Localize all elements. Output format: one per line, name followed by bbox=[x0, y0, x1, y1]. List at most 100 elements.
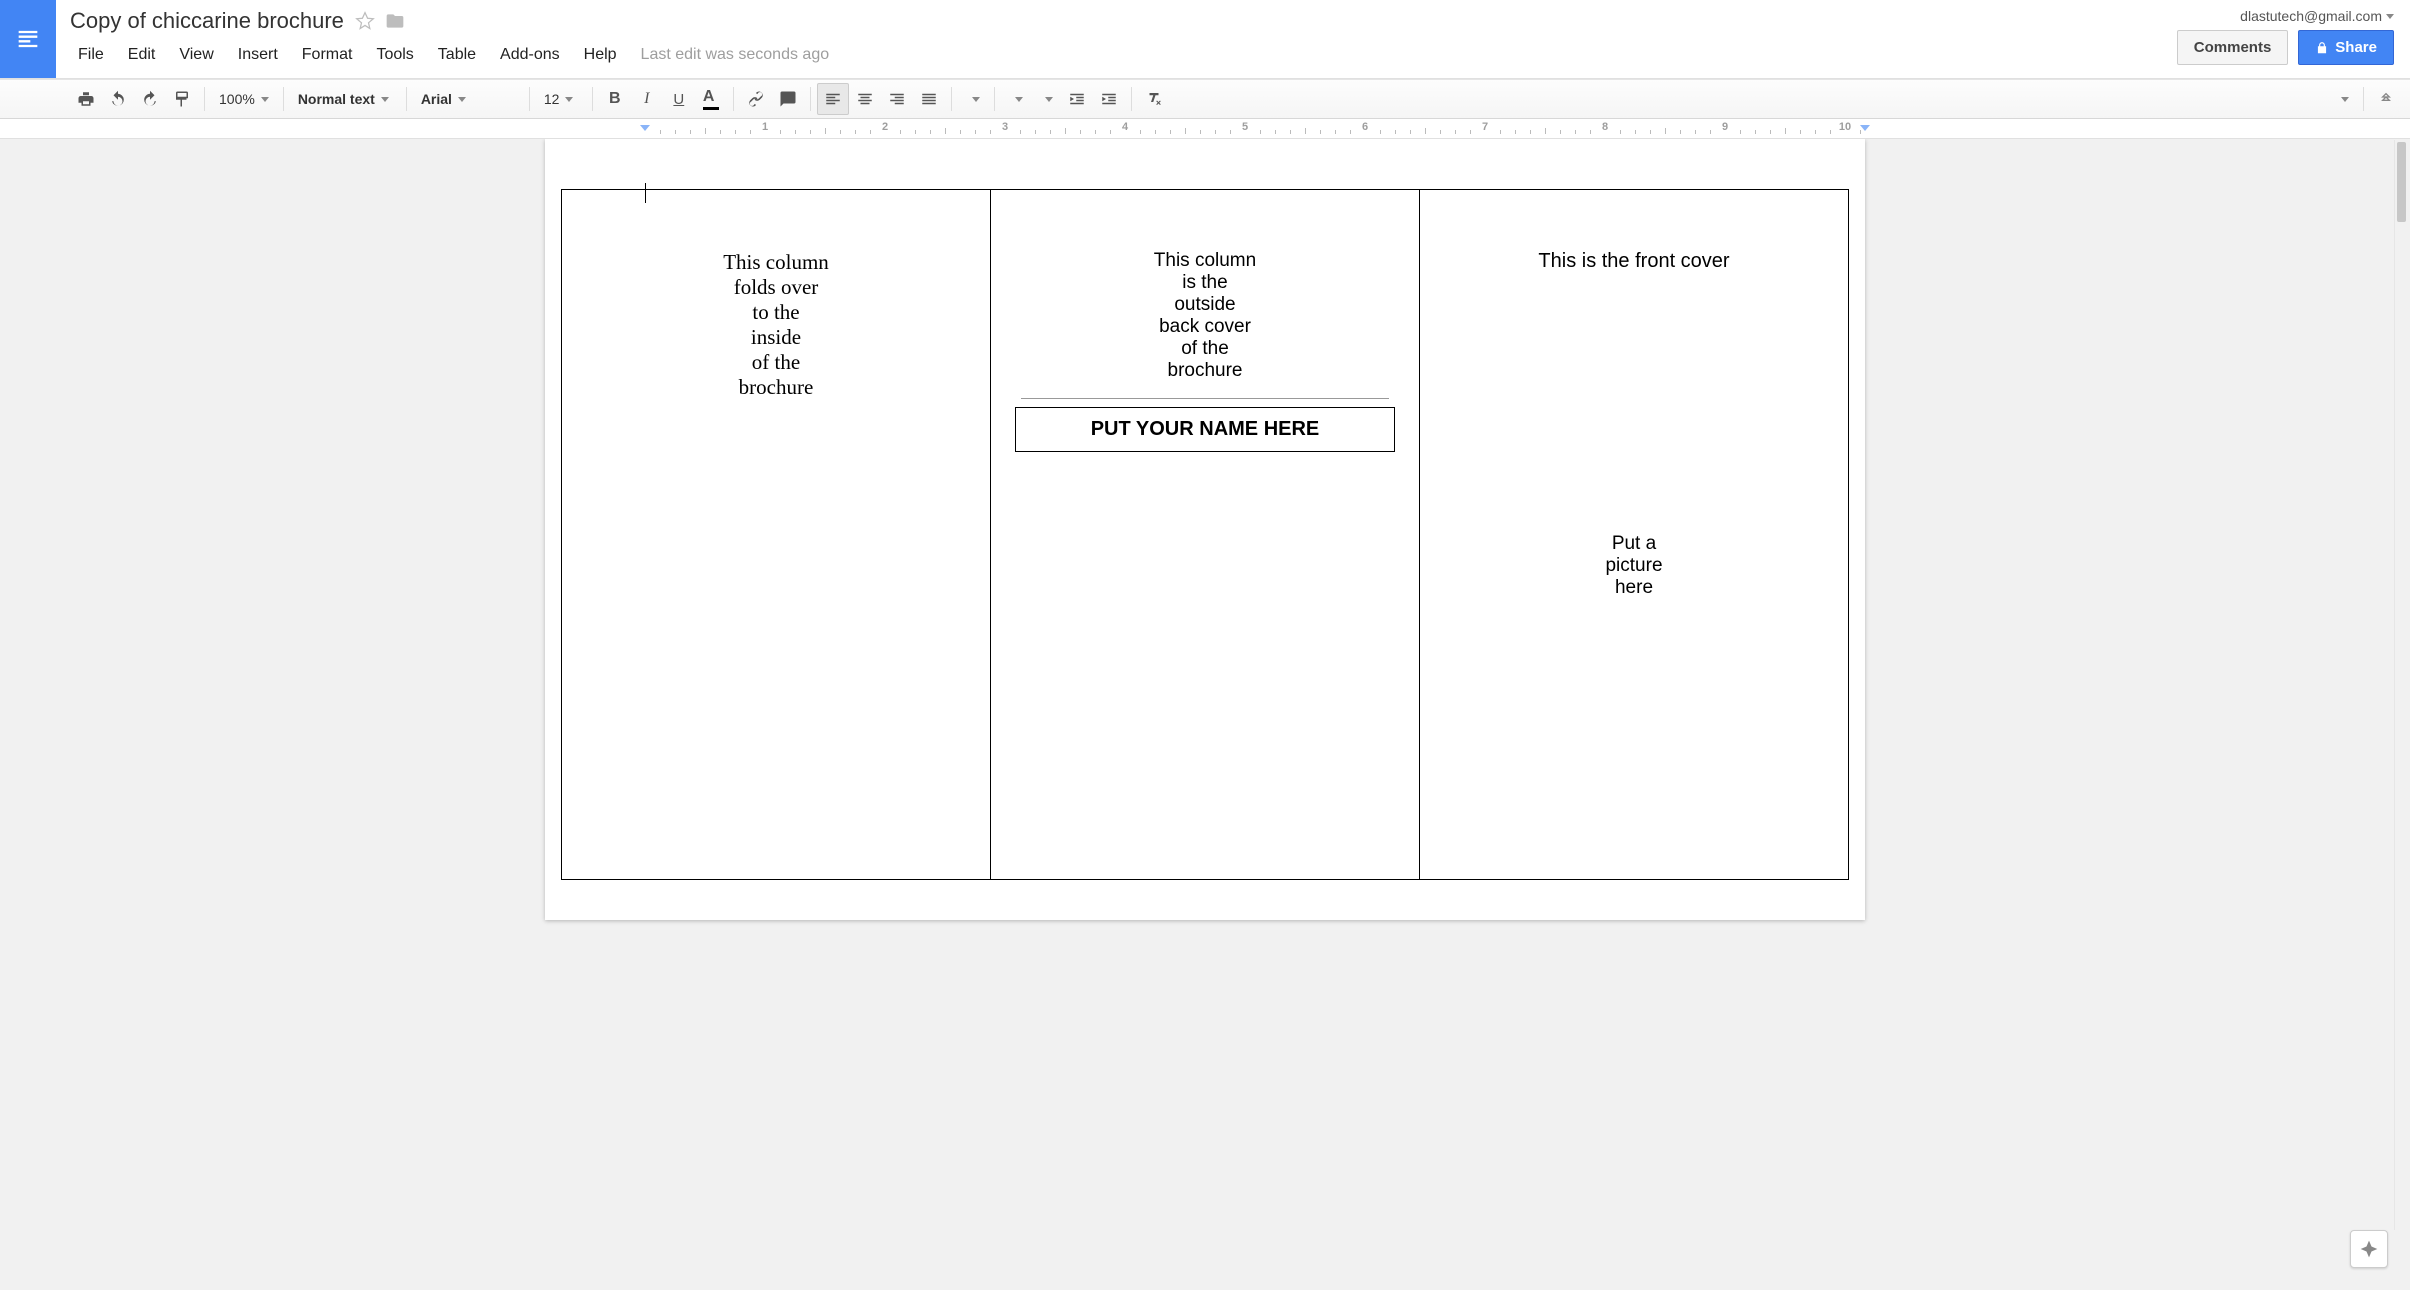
font-combo[interactable]: Arial bbox=[413, 84, 523, 114]
bulleted-list-button[interactable] bbox=[1031, 84, 1061, 114]
last-edit-label[interactable]: Last edit was seconds ago bbox=[641, 46, 830, 64]
name-box[interactable]: PUT YOUR NAME HERE bbox=[1015, 407, 1395, 452]
divider bbox=[1021, 398, 1390, 399]
underline-icon: U bbox=[673, 91, 684, 108]
paint-format-button[interactable] bbox=[166, 83, 198, 115]
ruler[interactable]: 12345678910 bbox=[0, 119, 2410, 139]
chevron-down-icon bbox=[1045, 97, 1053, 102]
scrollbar-thumb[interactable] bbox=[2397, 142, 2406, 222]
account-email[interactable]: dlastutech@gmail.com bbox=[2240, 8, 2394, 24]
docs-icon bbox=[14, 25, 42, 53]
zoom-value: 100% bbox=[219, 91, 255, 107]
align-right-button[interactable] bbox=[881, 83, 913, 115]
menu-addons[interactable]: Add-ons bbox=[490, 42, 570, 68]
align-center-button[interactable] bbox=[849, 83, 881, 115]
font-size-value: 12 bbox=[544, 91, 560, 107]
title-area: Copy of chiccarine brochure File Edit Vi… bbox=[56, 0, 2165, 68]
comments-button[interactable]: Comments bbox=[2177, 30, 2289, 65]
col2-text[interactable]: This columnis theoutsideback coverof the… bbox=[1011, 250, 1399, 382]
col3-picture-placeholder[interactable]: Put apicturehere bbox=[1440, 533, 1828, 599]
align-justify-icon bbox=[920, 90, 938, 108]
font-value: Arial bbox=[421, 91, 452, 107]
chevron-down-icon bbox=[458, 97, 466, 102]
chevron-up-icon bbox=[2378, 91, 2394, 107]
menu-table[interactable]: Table bbox=[428, 42, 486, 68]
account-email-text: dlastutech@gmail.com bbox=[2240, 8, 2382, 24]
chevron-down-icon bbox=[2341, 97, 2349, 102]
menubar: File Edit View Insert Format Tools Table… bbox=[68, 42, 2153, 68]
docs-logo[interactable] bbox=[0, 0, 56, 78]
align-left-button[interactable] bbox=[817, 83, 849, 115]
undo-icon bbox=[109, 90, 127, 108]
menu-format[interactable]: Format bbox=[292, 42, 363, 68]
explore-icon bbox=[2359, 1239, 2379, 1259]
menu-help[interactable]: Help bbox=[574, 42, 627, 68]
brochure-col-3[interactable]: This is the front cover Put apicturehere bbox=[1420, 189, 1849, 880]
bold-icon: B bbox=[609, 90, 621, 108]
folder-icon bbox=[385, 11, 405, 31]
link-icon bbox=[747, 90, 765, 108]
zoom-combo[interactable]: 100% bbox=[211, 84, 277, 114]
outdent-icon bbox=[1068, 90, 1086, 108]
brochure-col-1[interactable]: This columnfolds overto theinsideof theb… bbox=[561, 189, 991, 880]
chevron-down-icon bbox=[381, 97, 389, 102]
comment-icon bbox=[779, 90, 797, 108]
app-header: Copy of chiccarine brochure File Edit Vi… bbox=[0, 0, 2410, 79]
explore-button[interactable] bbox=[2350, 1230, 2388, 1268]
chevron-down-icon bbox=[565, 97, 573, 102]
menu-insert[interactable]: Insert bbox=[228, 42, 288, 68]
chevron-down-icon bbox=[972, 97, 980, 102]
star-icon bbox=[355, 11, 375, 31]
share-label: Share bbox=[2335, 39, 2377, 56]
lock-icon bbox=[2315, 41, 2329, 55]
chevron-down-icon bbox=[261, 97, 269, 102]
decrease-indent-button[interactable] bbox=[1061, 83, 1093, 115]
page[interactable]: This columnfolds overto theinsideof theb… bbox=[545, 139, 1865, 920]
text-color-button[interactable]: A bbox=[695, 83, 727, 115]
bold-button[interactable]: B bbox=[599, 83, 631, 115]
brochure-table[interactable]: This columnfolds overto theinsideof theb… bbox=[561, 189, 1849, 880]
redo-button[interactable] bbox=[134, 83, 166, 115]
toolbar: 100% Normal text Arial 12 B I U A bbox=[0, 79, 2410, 119]
editing-mode-button[interactable] bbox=[2327, 84, 2357, 114]
col1-text[interactable]: This columnfolds overto theinsideof theb… bbox=[582, 250, 970, 400]
header-right: dlastutech@gmail.com Comments Share bbox=[2165, 0, 2410, 65]
redo-icon bbox=[141, 90, 159, 108]
share-button[interactable]: Share bbox=[2298, 30, 2394, 65]
canvas[interactable]: This columnfolds overto theinsideof theb… bbox=[0, 139, 2410, 1289]
chevron-down-icon bbox=[2386, 14, 2394, 19]
print-icon bbox=[77, 90, 95, 108]
clear-format-icon bbox=[1145, 90, 1163, 108]
indent-icon bbox=[1100, 90, 1118, 108]
align-justify-button[interactable] bbox=[913, 83, 945, 115]
font-size-combo[interactable]: 12 bbox=[536, 84, 586, 114]
chevron-down-icon bbox=[1015, 97, 1023, 102]
italic-button[interactable]: I bbox=[631, 83, 663, 115]
col3-title[interactable]: This is the front cover bbox=[1440, 250, 1828, 273]
line-spacing-button[interactable] bbox=[958, 84, 988, 114]
menu-edit[interactable]: Edit bbox=[118, 42, 166, 68]
align-right-icon bbox=[888, 90, 906, 108]
insert-link-button[interactable] bbox=[740, 83, 772, 115]
folder-button[interactable] bbox=[384, 10, 406, 32]
menu-view[interactable]: View bbox=[169, 42, 223, 68]
increase-indent-button[interactable] bbox=[1093, 83, 1125, 115]
paint-roller-icon bbox=[173, 90, 191, 108]
add-comment-button[interactable] bbox=[772, 83, 804, 115]
clear-formatting-button[interactable] bbox=[1138, 83, 1170, 115]
numbered-list-button[interactable] bbox=[1001, 84, 1031, 114]
menu-file[interactable]: File bbox=[68, 42, 114, 68]
underline-button[interactable]: U bbox=[663, 83, 695, 115]
collapse-toolbar-button[interactable] bbox=[2370, 83, 2402, 115]
undo-button[interactable] bbox=[102, 83, 134, 115]
italic-icon: I bbox=[644, 90, 649, 108]
style-combo[interactable]: Normal text bbox=[290, 84, 400, 114]
brochure-col-2[interactable]: This columnis theoutsideback coverof the… bbox=[991, 189, 1420, 880]
text-color-icon: A bbox=[699, 88, 723, 110]
vertical-scrollbar[interactable] bbox=[2394, 140, 2408, 1230]
style-value: Normal text bbox=[298, 91, 375, 107]
print-button[interactable] bbox=[70, 83, 102, 115]
menu-tools[interactable]: Tools bbox=[366, 42, 423, 68]
document-title[interactable]: Copy of chiccarine brochure bbox=[68, 4, 346, 38]
star-button[interactable] bbox=[354, 10, 376, 32]
